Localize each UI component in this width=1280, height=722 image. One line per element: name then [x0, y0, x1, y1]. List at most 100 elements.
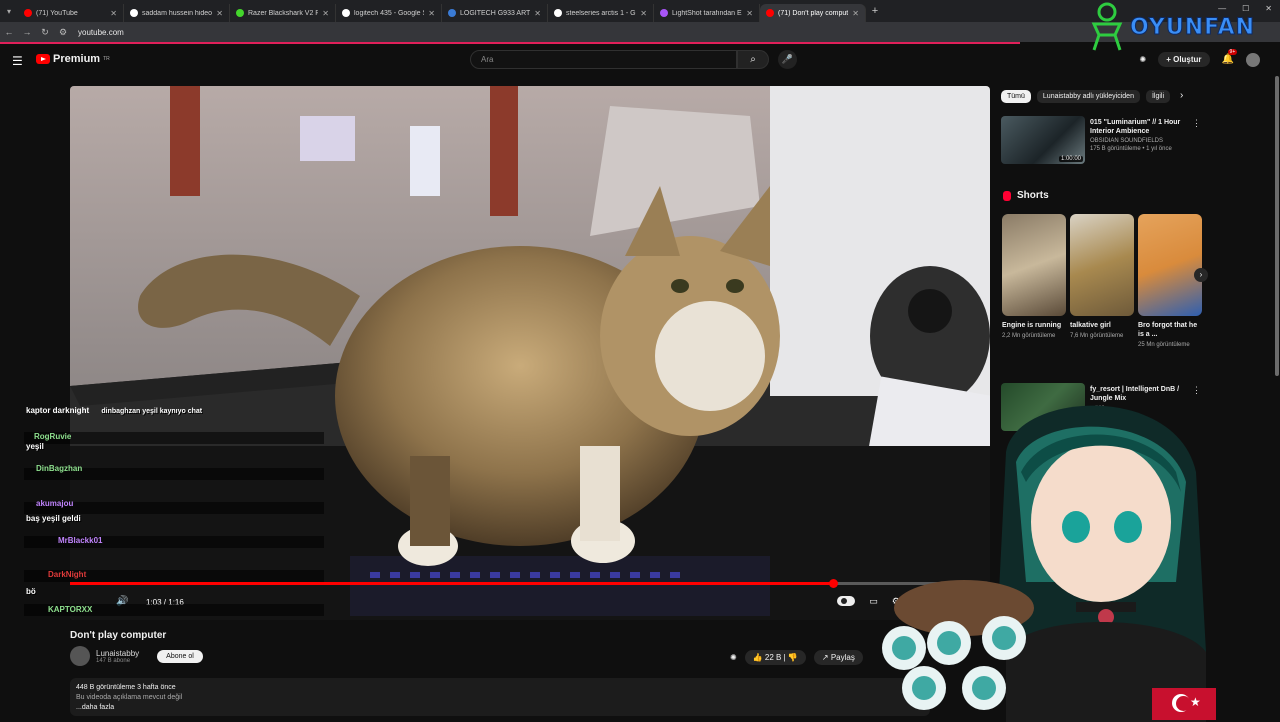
dislike-icon[interactable]: 👎: [788, 653, 798, 662]
short-item[interactable]: Bro forgot that he is a ... 25 Mn görünt…: [1138, 214, 1202, 349]
chip-related[interactable]: İlgili: [1145, 90, 1171, 103]
tab-close-icon[interactable]: ✕: [322, 9, 329, 18]
browser-tab[interactable]: LightShot tarafından Ekran Gör ✕: [654, 4, 760, 22]
tab-close-icon[interactable]: ✕: [428, 9, 435, 18]
chat-username: akumajou: [36, 499, 74, 508]
short-item[interactable]: Engine is running 2,2 Mn görüntüleme: [1002, 214, 1066, 349]
back-icon[interactable]: ←: [0, 27, 18, 37]
browser-tab-active[interactable]: (71) Don't play computer - You✕: [760, 4, 866, 22]
filter-chips: Tümü Lunaistabby adlı yükleyiciden İlgil…: [1001, 90, 1183, 103]
video-title: Don't play computer: [70, 630, 167, 641]
channel-name[interactable]: OBSIDIAN SOUNDFIELDS: [1090, 138, 1194, 144]
tab-favicon-icon: [554, 9, 562, 17]
tab-title: Razer Blackshark V2 Pro Kablos: [248, 9, 319, 17]
browser-tab[interactable]: LOGITECH G933 ARTEMIS RGB✕: [442, 4, 548, 22]
progress-scrubber[interactable]: [828, 579, 838, 588]
tab-close-icon[interactable]: ✕: [640, 9, 647, 18]
more-options-icon[interactable]: ⋮: [1192, 118, 1201, 129]
description-text: Bu videoda açıklama mevcut değil: [76, 694, 183, 701]
video-title[interactable]: 015 "Luminarium" // 1 Hour Interior Ambi…: [1090, 118, 1194, 136]
short-title[interactable]: talkative girl: [1070, 321, 1134, 330]
show-more-link[interactable]: ...daha fazla: [76, 703, 924, 713]
short-thumbnail[interactable]: [1070, 214, 1134, 316]
share-button[interactable]: ↗ Paylaş: [813, 650, 863, 665]
tab-title: steelseries arctis 1 - Google Se: [566, 9, 636, 17]
chat-text: baş yeşil geldi: [26, 514, 81, 523]
chat-message: RogRuvie: [34, 432, 71, 441]
browser-tab[interactable]: (71) YouTube ✕: [18, 4, 124, 22]
cast-icon[interactable]: ✺: [1139, 55, 1146, 64]
tab-close-icon[interactable]: ✕: [216, 9, 223, 18]
tab-search-icon[interactable]: ▾: [0, 7, 18, 16]
tab-close-icon[interactable]: ✕: [852, 9, 859, 18]
subscribe-button[interactable]: Abone ol: [157, 649, 203, 663]
video-progress-bar[interactable]: [70, 579, 990, 588]
tab-title: LightShot tarafından Ekran Gör: [672, 9, 742, 17]
site-info-icon[interactable]: ⚙: [54, 27, 72, 38]
chat-message: MrBlackk01: [58, 536, 102, 545]
notifications-icon[interactable]: 🔔 9+: [1222, 49, 1238, 65]
like-count: 22 B: [764, 653, 782, 662]
reload-icon[interactable]: ↻: [36, 27, 54, 38]
browser-tab[interactable]: Razer Blackshark V2 Pro Kablos✕: [230, 4, 336, 22]
header-actions: ✺ + Oluştur 🔔 9+: [1139, 49, 1260, 67]
chevron-right-icon[interactable]: ›: [1180, 90, 1183, 103]
search-icon: ⌕: [750, 54, 756, 65]
tab-title: logitech 435 - Google Search: [354, 9, 424, 17]
recommended-video[interactable]: 1:00:00 015 "Luminarium" // 1 Hour Inter…: [1001, 116, 1201, 166]
chip-all[interactable]: Tümü: [1001, 90, 1031, 103]
shorts-next-icon[interactable]: ›: [1194, 268, 1208, 282]
chat-message: KAPTORXX: [48, 605, 92, 614]
chat-message: kaptor darknight dinbaghzan yeşil kaynıy…: [26, 406, 202, 415]
search-button[interactable]: ⌕: [737, 50, 769, 69]
chat-username: kaptor darknight: [26, 406, 90, 415]
chat-text: bö: [26, 587, 36, 596]
chat-username: RogRuvie: [34, 432, 72, 441]
flag-star-icon: ★: [1190, 695, 1201, 709]
like-button[interactable]: 👍 22 B | 👎: [744, 650, 806, 665]
youtube-logo[interactable]: Premium TR: [36, 53, 110, 65]
short-thumbnail[interactable]: [1138, 214, 1202, 316]
short-item[interactable]: talkative girl 7,6 Mn görüntüleme: [1070, 214, 1134, 349]
video-thumbnail[interactable]: 1:00:00: [1001, 116, 1085, 164]
tab-title: LOGITECH G933 ARTEMIS RGB: [460, 9, 531, 17]
forward-icon[interactable]: →: [18, 27, 36, 37]
short-title[interactable]: Engine is running: [1002, 321, 1066, 330]
voice-search-icon[interactable]: 🎤: [778, 50, 797, 69]
close-window-icon[interactable]: ✕: [1265, 4, 1272, 13]
browser-tab[interactable]: steelseries arctis 1 - Google Se ✕: [548, 4, 654, 22]
youtube-header: ☰ Premium TR Ara ⌕ 🎤 ✺ + Oluştur 🔔 9+: [0, 44, 1280, 76]
short-thumbnail[interactable]: [1002, 214, 1066, 316]
tab-title: (71) Don't play computer - You: [778, 9, 849, 17]
progress-fill: [70, 582, 833, 585]
cast-icon[interactable]: ✺: [730, 653, 737, 662]
url-field[interactable]: youtube.com: [78, 28, 124, 37]
logo-region: TR: [103, 56, 110, 62]
views-line: 448 B görüntüleme 3 hafta önce: [76, 684, 176, 691]
short-title[interactable]: Bro forgot that he is a ...: [1138, 321, 1202, 339]
page-scrollbar[interactable]: [1275, 76, 1279, 376]
new-tab-button[interactable]: +: [866, 5, 884, 17]
tab-close-icon[interactable]: ✕: [110, 9, 117, 18]
search-input[interactable]: Ara: [470, 50, 737, 69]
create-button[interactable]: + Oluştur: [1158, 52, 1210, 67]
chat-message: DinBagzhan: [36, 464, 82, 473]
chat-message: baş yeşil geldi: [26, 514, 81, 523]
tab-favicon-icon: [236, 9, 244, 17]
share-label: Paylaş: [830, 653, 855, 662]
channel-name[interactable]: Lunaistabby: [96, 649, 139, 658]
description-box[interactable]: 448 B görüntüleme 3 hafta önce Bu videod…: [70, 678, 930, 716]
chat-username: DarkNight: [48, 570, 87, 579]
menu-icon[interactable]: ☰: [12, 54, 23, 68]
browser-tab[interactable]: logitech 435 - Google Search ✕: [336, 4, 442, 22]
flag-crescent-cut: [1176, 696, 1191, 711]
chip-from-uploader[interactable]: Lunaistabby adlı yükleyiciden: [1036, 90, 1140, 103]
browser-tab[interactable]: saddam hussein hideout - Goo✕: [124, 4, 230, 22]
account-avatar[interactable]: [1246, 52, 1260, 67]
channel-avatar[interactable]: [70, 646, 90, 666]
tab-close-icon[interactable]: ✕: [746, 9, 753, 18]
autoplay-toggle[interactable]: [837, 596, 856, 606]
tab-close-icon[interactable]: ✕: [534, 9, 541, 18]
notification-badge: 9+: [1227, 49, 1238, 55]
turkish-flag: ★: [1152, 688, 1216, 720]
